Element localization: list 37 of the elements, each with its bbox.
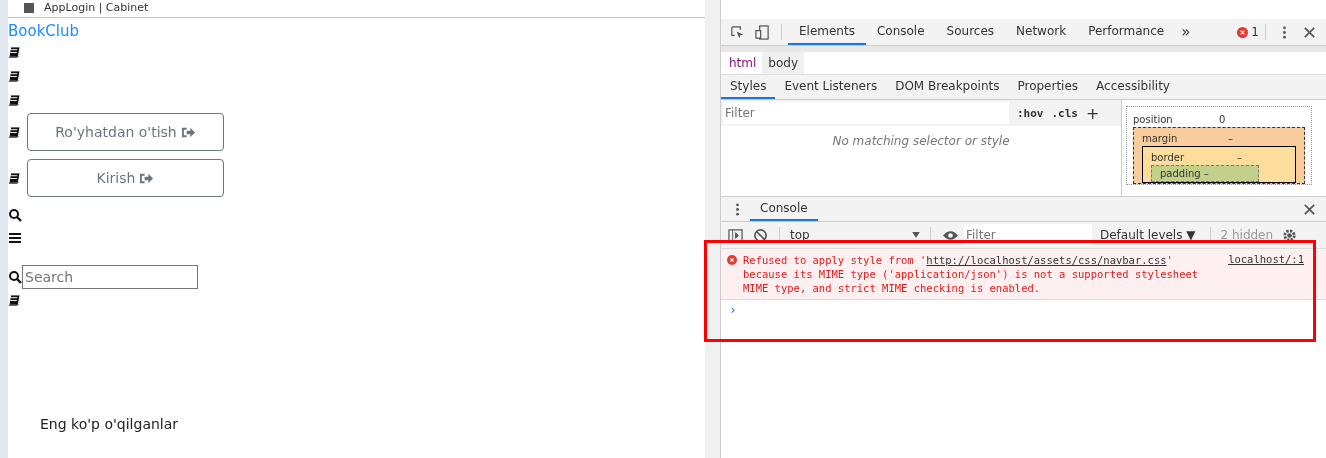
breadcrumb[interactable]: html (723, 52, 763, 74)
styles-subtab[interactable]: DOM Breakpoints (886, 75, 1009, 99)
styles-subtab[interactable]: Accessibility (1087, 75, 1179, 99)
context-dropdown[interactable]: top (786, 228, 924, 242)
box-model-label: padding (1160, 168, 1201, 179)
styles-filter-field[interactable]: Filter (723, 102, 1009, 124)
box-model-value: 0 (1219, 113, 1226, 125)
devtools-tab[interactable]: Sources (935, 19, 1006, 45)
log-levels-dropdown[interactable]: Default levels ▼ (1092, 228, 1204, 242)
auth-button[interactable]: Ro'yhatdan o'tish (27, 113, 224, 151)
empty-styles-message: No matching selector or style (831, 134, 1011, 148)
class-toggle-button[interactable]: .cls (1051, 106, 1078, 120)
box-model-label: margin (1142, 132, 1179, 144)
new-rule-button[interactable]: + (1086, 103, 1100, 123)
more-tabs-button[interactable]: » (1175, 23, 1197, 41)
hidden-count: 2 hidden (1219, 228, 1275, 242)
box-model-label: position (1133, 113, 1174, 125)
devtools-tab[interactable]: Network (1005, 19, 1078, 45)
source-link[interactable]: localhost/:1 (1228, 253, 1304, 265)
box-model-value: – (1228, 132, 1233, 144)
auth-button[interactable]: Kirish (27, 159, 224, 197)
box-model-value: – (1237, 151, 1242, 163)
browser-tab-title[interactable]: AppLogin | Cabinet (44, 1, 149, 15)
breadcrumb[interactable]: body (762, 52, 805, 74)
console-error-message: Refused to apply style from 'http://localhost/assets/css/navbar.css' because its MIME type ('application/json') is not a supported stylesheet MIME type, and strict MIME checking is enabled. (743, 253, 1200, 295)
section-heading: Eng ko'p o'qilganlar (40, 416, 179, 432)
error-count-badge[interactable]: 1 (1237, 25, 1259, 39)
devtools-tab[interactable]: Performance (1077, 19, 1176, 45)
box-model-label: border (1151, 151, 1185, 163)
devtools-tab[interactable]: Console (865, 19, 936, 45)
search-field[interactable]: Search (22, 265, 198, 289)
hover-state-button[interactable]: :hov (1017, 106, 1044, 120)
box-model-value: – (1203, 168, 1209, 179)
styles-subtab[interactable]: Event Listeners (775, 75, 887, 99)
console-prompt[interactable]: › (721, 300, 745, 319)
stylesheet-link[interactable]: http://localhost/assets/css/navbar.css (926, 254, 1167, 266)
styles-subtab[interactable]: Properties (1008, 75, 1088, 99)
